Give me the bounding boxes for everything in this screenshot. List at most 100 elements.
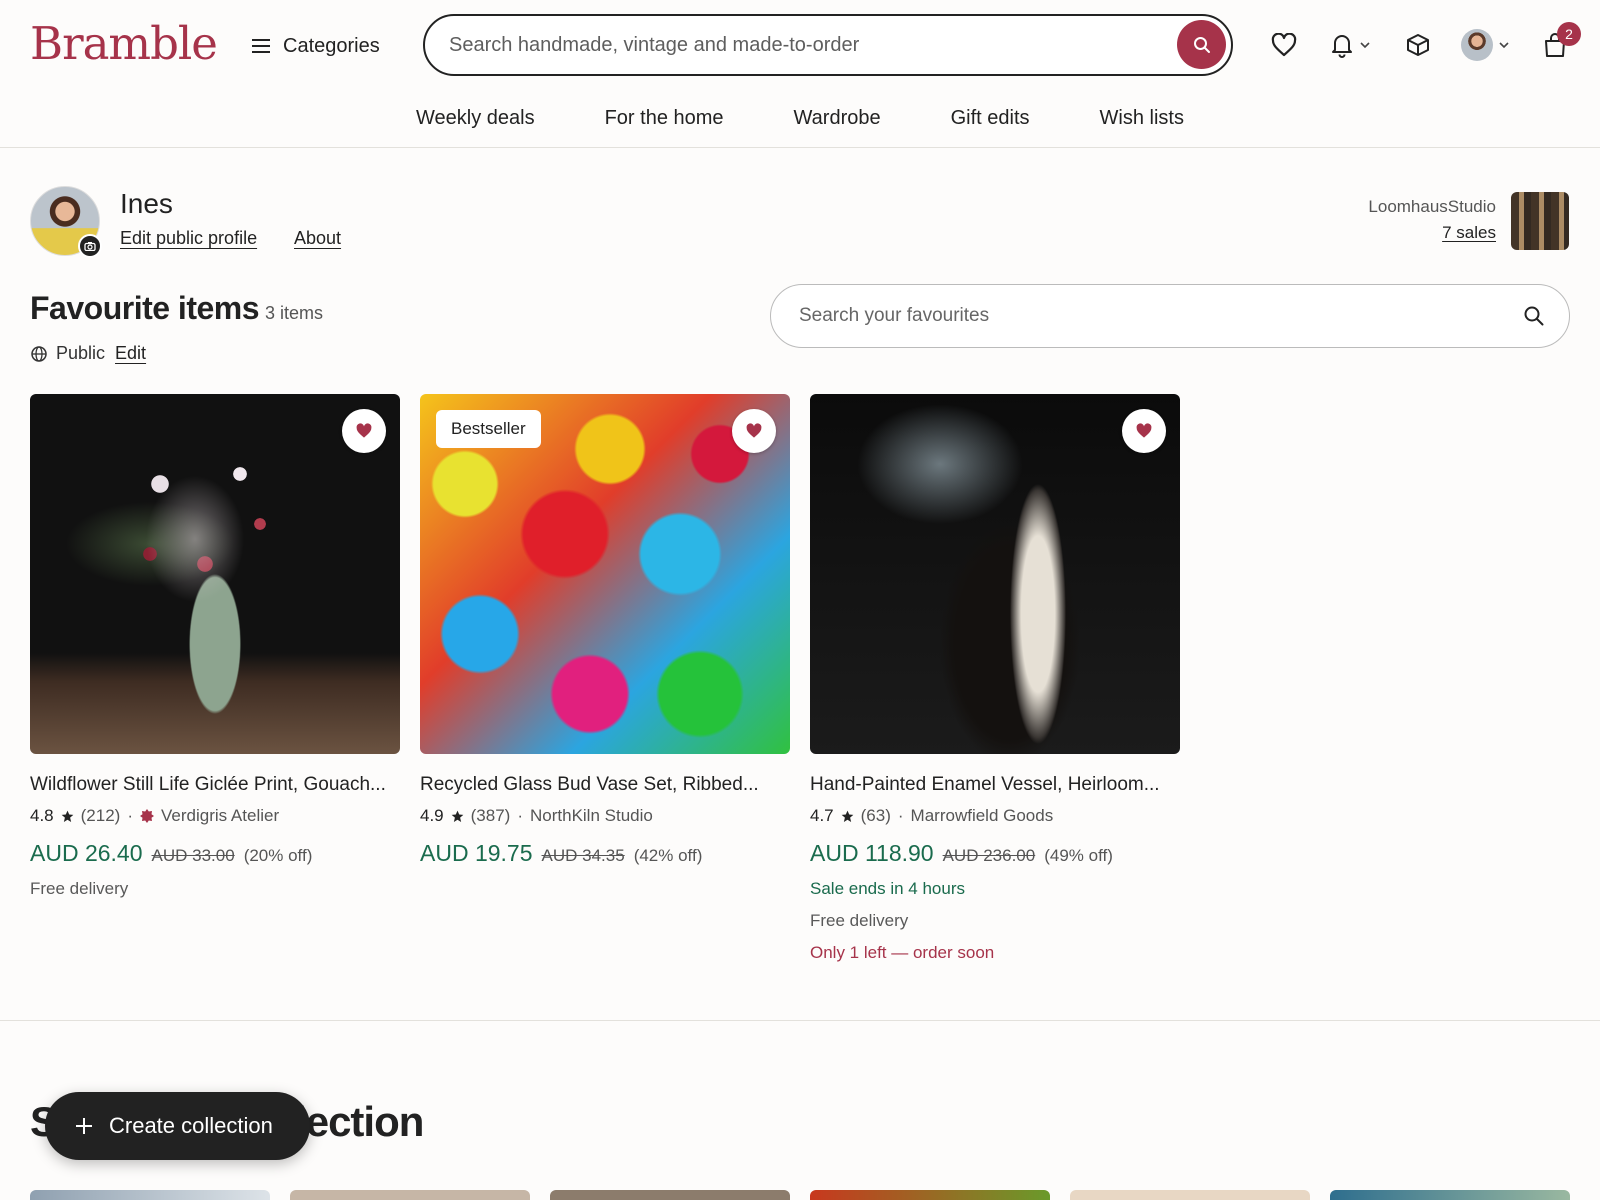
main-search-button[interactable] [1177, 20, 1226, 69]
favourites-search-input[interactable] [799, 301, 1479, 331]
favourite-item-card[interactable]: Hand-Painted Enamel Vessel, Heirloom... … [810, 394, 1180, 963]
edit-visibility-link[interactable]: Edit [115, 343, 146, 364]
nav-item-gift-edits[interactable]: Gift edits [951, 100, 1030, 136]
account-menu-button[interactable] [1461, 28, 1509, 62]
original-price: AUD 34.35 [541, 846, 625, 865]
collection-thumbnail[interactable] [290, 1190, 530, 1200]
collection-thumbnail[interactable] [550, 1190, 790, 1200]
sale-price: AUD 26.40 [30, 840, 143, 866]
unfavourite-button[interactable] [1122, 409, 1166, 453]
star-icon [841, 810, 853, 822]
notifications-button[interactable] [1330, 28, 1370, 62]
favourite-item-card[interactable]: Bestseller Recycled Glass Bud Vase Set, … [420, 394, 790, 867]
star-icon [61, 810, 73, 822]
shop-name[interactable]: Verdigris Atelier [161, 806, 279, 826]
low-stock-note: Only 1 left — order soon [810, 943, 995, 962]
nav-item-wish-lists[interactable]: Wish lists [1100, 100, 1184, 136]
separator-dot: · [897, 806, 904, 825]
bell-icon [1332, 35, 1352, 58]
price-row: AUD 19.75 AUD 34.35 (42% off) [420, 840, 790, 867]
visibility-label: Public [56, 343, 106, 363]
product-rating: 4.7 (63) · Marrowfield Goods [810, 806, 1180, 826]
delivery-note: Free delivery [810, 911, 909, 930]
categories-label: Categories [283, 34, 380, 57]
rating-score: 4.7 [810, 806, 834, 825]
favourites-title: Favourite items [30, 290, 260, 326]
product-title[interactable]: Recycled Glass Bud Vase Set, Ribbed... [420, 774, 790, 796]
about-link[interactable]: About [294, 228, 341, 249]
collection-thumbnail[interactable] [810, 1190, 1050, 1200]
product-title[interactable]: Wildflower Still Life Giclée Print, Goua… [30, 774, 400, 796]
heart-filled-icon [356, 423, 372, 438]
star-icon [451, 810, 463, 822]
visibility-row: Public Edit [30, 343, 146, 364]
menu-icon [252, 39, 270, 53]
bestseller-badge: Bestseller [436, 410, 541, 448]
review-count: (63) [860, 806, 891, 825]
unfavourite-button[interactable] [732, 409, 776, 453]
globe-icon [31, 345, 47, 362]
plus-icon [76, 1118, 92, 1134]
price-row: AUD 118.90 AUD 236.00 (49% off) [810, 840, 1180, 867]
nav-item-weekly-deals[interactable]: Weekly deals [416, 100, 535, 136]
camera-icon [84, 242, 96, 251]
rating-score: 4.8 [30, 806, 54, 825]
sale-price: AUD 19.75 [420, 840, 533, 866]
create-collection-label: Create collection [109, 1113, 273, 1138]
main-search-input[interactable] [449, 30, 1149, 60]
shop-name[interactable]: Marrowfield Goods [911, 806, 1054, 826]
section-divider [0, 1020, 1600, 1021]
site-header: Bramble Categories 2 Weekly deals For th… [0, 0, 1600, 148]
purchases-button[interactable] [1405, 28, 1431, 62]
change-photo-button[interactable] [78, 234, 102, 258]
product-image[interactable] [810, 394, 1180, 754]
chevron-down-icon [1499, 42, 1509, 49]
main-search-bar [423, 14, 1233, 76]
create-collection-button[interactable]: Create collection [45, 1092, 310, 1160]
separator-dot: · [517, 806, 523, 825]
product-rating: 4.8 (212) · Verdigris Atelier [30, 806, 400, 826]
rating-score: 4.9 [420, 806, 444, 825]
collection-thumbnail[interactable] [30, 1190, 270, 1200]
discount-label: (20% off) [243, 846, 313, 865]
favourites-search-bar [770, 284, 1570, 348]
shop-name[interactable]: NorthKiln Studio [530, 806, 653, 826]
delivery-note: Free delivery [30, 879, 129, 898]
product-image[interactable]: Bestseller [420, 394, 790, 754]
favourite-item-card[interactable]: Wildflower Still Life Giclée Print, Goua… [30, 394, 400, 899]
favourites-count: 3 items [265, 303, 324, 323]
product-image[interactable] [30, 394, 400, 754]
collection-thumbnail[interactable] [1070, 1190, 1310, 1200]
price-row: AUD 26.40 AUD 33.00 (20% off) [30, 840, 400, 867]
shop-sales-link[interactable]: 7 sales [1442, 223, 1496, 243]
heart-filled-icon [1136, 423, 1152, 438]
product-title[interactable]: Hand-Painted Enamel Vessel, Heirloom... [810, 774, 1180, 796]
logo[interactable]: Bramble [30, 16, 218, 72]
edit-public-profile-link[interactable]: Edit public profile [120, 228, 257, 249]
review-count: (387) [470, 806, 511, 825]
review-count: (212) [80, 806, 121, 825]
original-price: AUD 236.00 [942, 846, 1036, 865]
sale-price: AUD 118.90 [810, 840, 934, 866]
avatar [1461, 29, 1493, 61]
nav-item-for-the-home[interactable]: For the home [605, 100, 724, 136]
cart-count-badge: 2 [1557, 22, 1581, 46]
product-rating: 4.9 (387) · NorthKiln Studio [420, 806, 790, 826]
chevron-down-icon [1360, 42, 1370, 49]
search-icon [1193, 36, 1210, 53]
secondary-nav: Weekly deals For the home Wardrobe Gift … [0, 100, 1600, 136]
search-icon[interactable] [1523, 305, 1545, 327]
separator-dot: · [127, 806, 133, 825]
shop-name[interactable]: LoomhausStudio [1368, 197, 1496, 217]
categories-button[interactable]: Categories [252, 30, 380, 62]
discount-label: (42% off) [633, 846, 703, 865]
nav-item-wardrobe[interactable]: Wardrobe [794, 100, 881, 136]
favourites-button[interactable] [1271, 28, 1297, 62]
shop-thumbnail[interactable] [1511, 192, 1569, 250]
collection-thumbnail[interactable] [1330, 1190, 1570, 1200]
discount-label: (49% off) [1044, 846, 1113, 865]
heart-outline-icon [1271, 33, 1297, 57]
unfavourite-button[interactable] [342, 409, 386, 453]
package-icon [1407, 34, 1429, 56]
sale-ending-note: Sale ends in 4 hours [810, 879, 965, 898]
